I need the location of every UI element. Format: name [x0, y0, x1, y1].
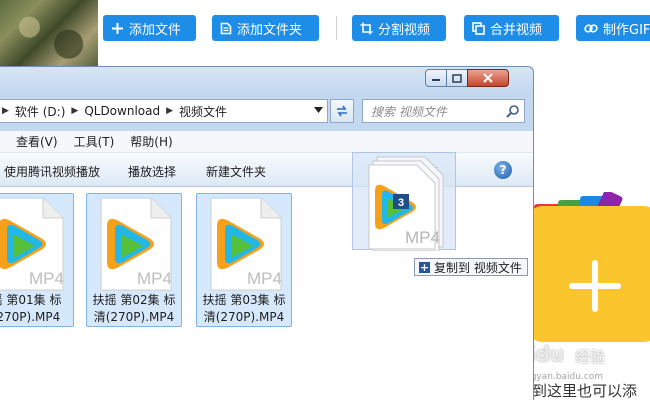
search-placeholder: 搜索 视频文件	[371, 104, 447, 119]
close-button[interactable]	[467, 69, 509, 87]
drag-preview: 3 MP4	[352, 152, 456, 251]
merge-video-button[interactable]: 合并视频	[464, 15, 559, 41]
drop-hint-text: 到这里也可以添	[532, 382, 638, 400]
file-icon	[220, 22, 232, 34]
video-file-icon: MP4	[100, 197, 172, 291]
video-thumbnail	[0, 0, 98, 68]
file-ext: MP4	[247, 269, 282, 288]
breadcrumb-drive[interactable]: 软件 (D:)	[11, 103, 69, 120]
search-input[interactable]: 搜索 视频文件	[362, 99, 525, 123]
menu-tools[interactable]: 工具(T)	[74, 133, 115, 150]
watermark-cn: 经验	[575, 348, 606, 366]
file-name: 扶摇 第02集 标 清(270P).MP4	[92, 293, 176, 324]
link-icon	[584, 23, 598, 33]
help-button[interactable]: ?	[494, 161, 512, 179]
refresh-icon	[337, 105, 347, 117]
video-file-icon: MP4	[210, 197, 282, 291]
new-folder-button[interactable]: 新建文件夹	[206, 163, 266, 180]
add-files-area[interactable]	[528, 206, 650, 342]
address-bar[interactable]: ▶ 软件 (D:) ▶ QLDownload ▶ 视频文件	[0, 99, 328, 123]
menu-bar: 查看(V) 工具(T) 帮助(H)	[0, 131, 533, 153]
plus-icon	[112, 22, 123, 34]
copy-to-tooltip: + 复制到 视频文件	[414, 258, 528, 276]
minimize-icon	[432, 79, 440, 81]
menu-help[interactable]: 帮助(H)	[130, 133, 172, 150]
file-item-03[interactable]: MP4 扶摇 第03集 标 清(270P).MP4	[196, 193, 292, 327]
copy-icon	[472, 21, 485, 35]
crop-icon	[360, 22, 373, 34]
file-ext: MP4	[29, 269, 64, 288]
menu-view[interactable]: 查看(V)	[16, 133, 58, 150]
play-selection-button[interactable]: 播放选择	[128, 163, 176, 180]
add-file-label: 添加文件	[129, 22, 182, 38]
file-name: 摇 第01集 标 (270P).MP4	[0, 293, 62, 324]
tooltip-text: 复制到 视频文件	[434, 260, 522, 275]
address-row: ▶ 软件 (D:) ▶ QLDownload ▶ 视频文件 搜索 视频文件	[0, 99, 533, 125]
file-ext: MP4	[137, 269, 172, 288]
split-video-button[interactable]: 分割视频	[352, 15, 446, 41]
breadcrumb-arrow-icon[interactable]: ▶	[164, 106, 175, 116]
file-item-01[interactable]: MP4 摇 第01集 标 (270P).MP4	[0, 193, 74, 327]
count-badge: 3	[398, 197, 404, 209]
refresh-button[interactable]	[330, 99, 354, 123]
close-icon	[483, 73, 493, 83]
minimize-button[interactable]	[425, 69, 447, 87]
caption-buttons	[425, 69, 509, 87]
play-with-tencent-button[interactable]: 使用腾讯视频播放	[4, 163, 100, 180]
make-gif-label: 制作GIF	[603, 22, 650, 38]
add-file-button[interactable]: 添加文件	[103, 15, 196, 41]
file-ext: MP4	[405, 228, 440, 247]
search-icon[interactable]	[506, 104, 520, 118]
chevron-down-icon[interactable]	[314, 107, 323, 113]
video-file-stack-icon: 3 MP4	[368, 156, 444, 251]
maximize-icon	[452, 73, 462, 83]
breadcrumb-current[interactable]: 视频文件	[175, 103, 231, 120]
breadcrumb-folder[interactable]: QLDownload	[80, 104, 164, 118]
video-file-icon: MP4	[0, 197, 64, 291]
add-folder-button[interactable]: 添加文件夹	[212, 15, 319, 41]
file-name: 扶摇 第03集 标 清(270P).MP4	[202, 293, 286, 324]
breadcrumb-arrow-icon: ▶	[2, 106, 9, 116]
add-folder-label: 添加文件夹	[237, 22, 303, 38]
maximize-button[interactable]	[446, 69, 468, 87]
toolbar-divider	[336, 16, 337, 40]
file-item-02[interactable]: MP4 扶摇 第02集 标 清(270P).MP4	[86, 193, 182, 327]
make-gif-button[interactable]: 制作GIF	[576, 15, 650, 41]
split-video-label: 分割视频	[378, 22, 431, 38]
plus-icon: +	[419, 260, 430, 274]
breadcrumb-arrow-icon[interactable]: ▶	[69, 106, 80, 116]
title-bar[interactable]	[0, 67, 533, 97]
merge-video-label: 合并视频	[490, 22, 543, 38]
